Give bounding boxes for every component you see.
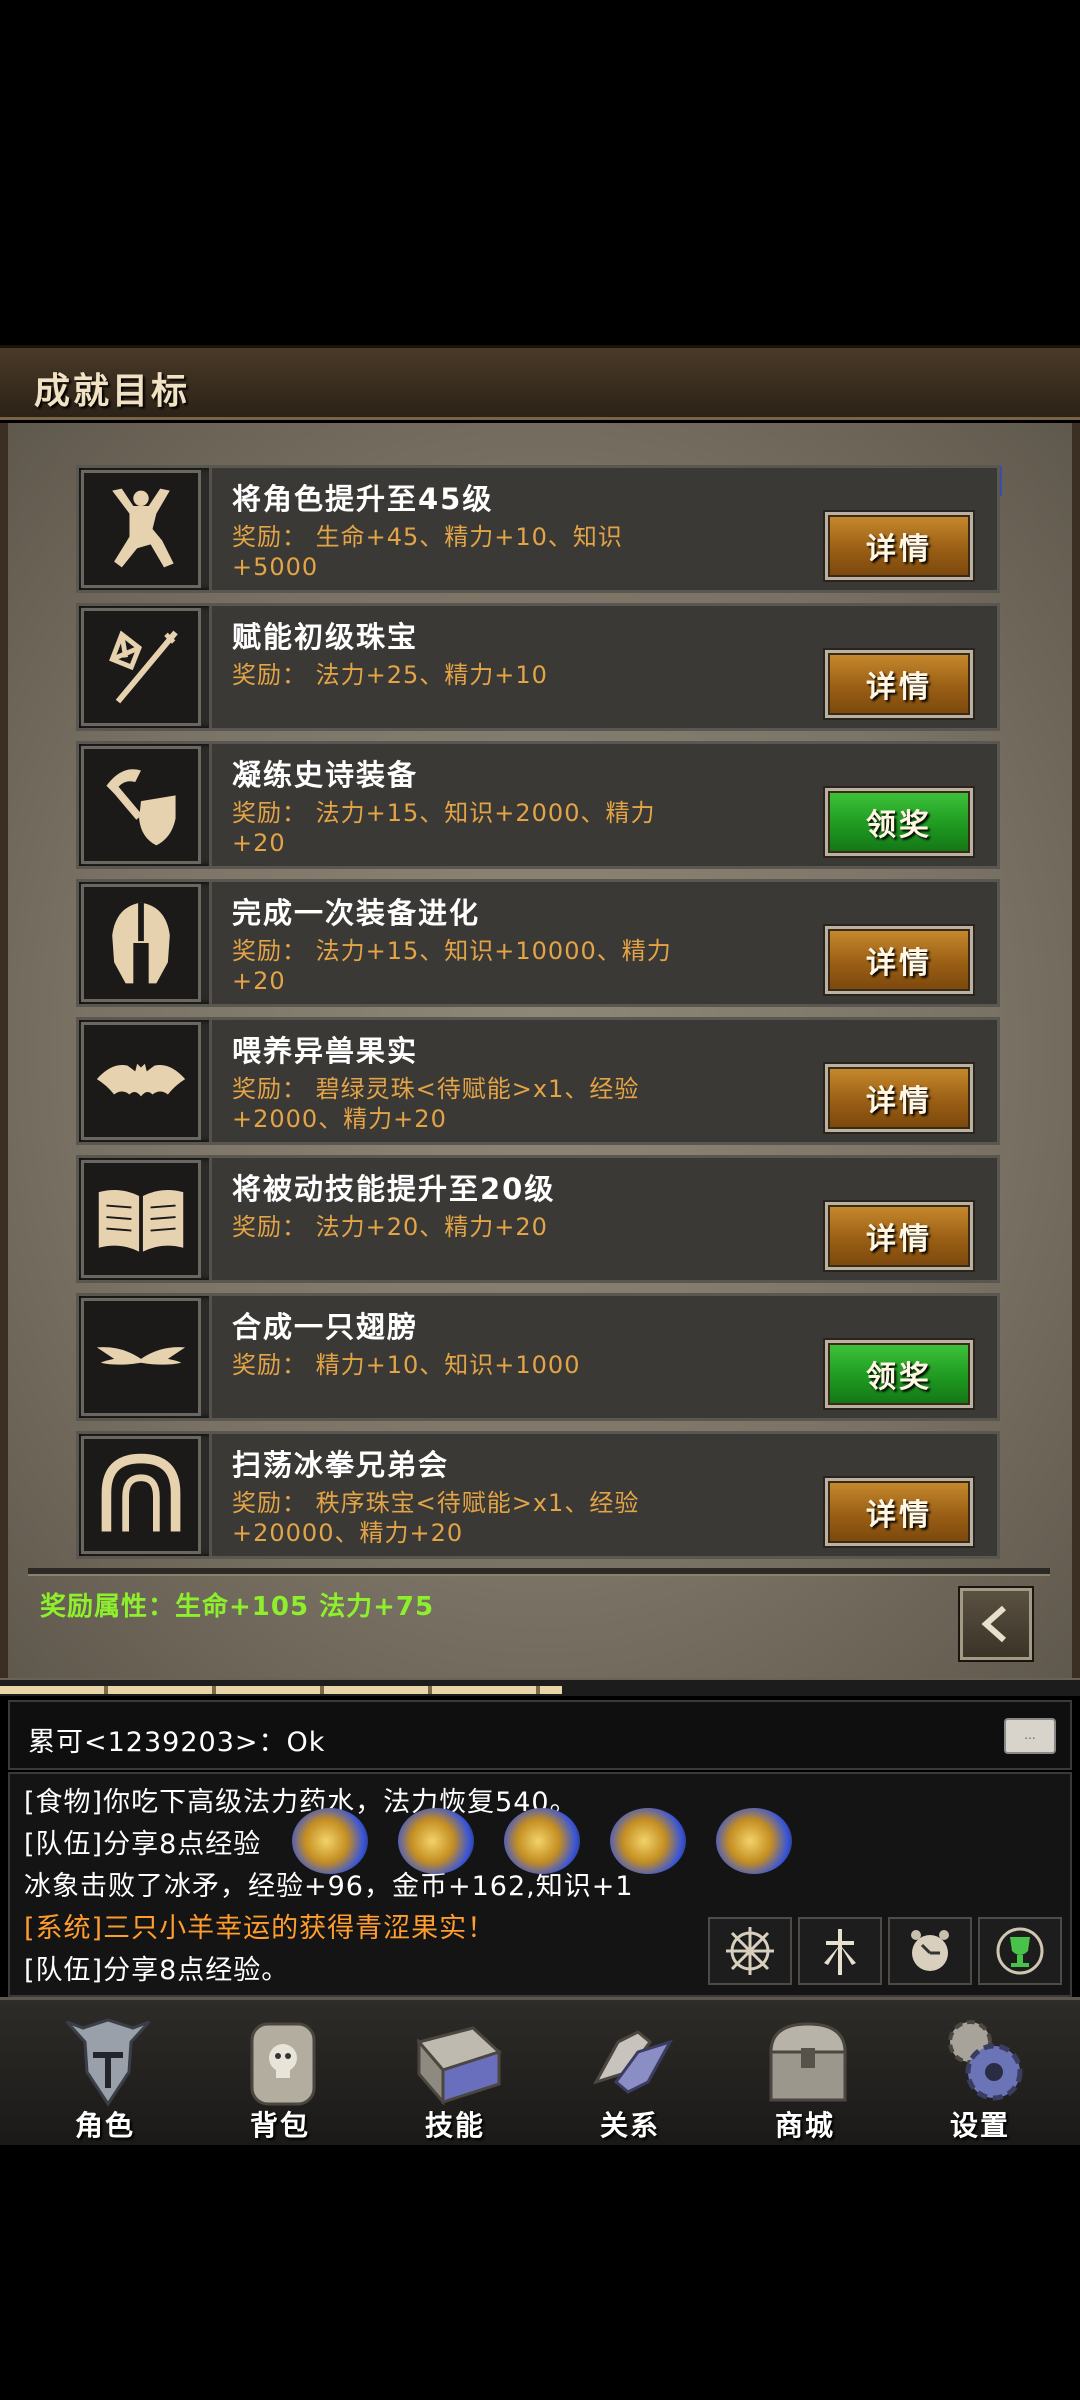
achievement-title: 将角色提升至45级 xyxy=(232,482,494,516)
horn-icon xyxy=(610,1808,686,1874)
achievement-title: 喂养异兽果实 xyxy=(232,1034,419,1068)
bonus-attributes: 奖励属性：生命+105 法力+75 xyxy=(40,1592,435,1622)
horn-icon xyxy=(292,1808,368,1874)
details-button[interactable]: 详情 xyxy=(825,512,973,580)
nav-label: 技能 xyxy=(424,2109,485,2142)
kneeling-figure-icon xyxy=(81,470,201,588)
compass-icon[interactable] xyxy=(708,1917,792,1985)
nav-shop[interactable]: 商城 xyxy=(730,2000,880,2148)
details-button[interactable]: 详情 xyxy=(825,650,973,718)
title-bar: 成就目标 xyxy=(0,345,1080,420)
arch-icon xyxy=(81,1436,201,1554)
back-button[interactable] xyxy=(960,1588,1032,1660)
nav-relations[interactable]: 关系 xyxy=(555,2000,705,2148)
achievement-reward: 奖励： 法力+15、知识+10000、精力+20 xyxy=(232,937,672,995)
details-button[interactable]: 详情 xyxy=(825,1064,973,1132)
claim-button[interactable]: 领奖 xyxy=(825,788,973,856)
achievement-reward: 奖励： 法力+20、精力+20 xyxy=(232,1213,548,1241)
clock-icon[interactable] xyxy=(888,1917,972,1985)
chat-line: [队伍]分享8点经验 xyxy=(24,1829,262,1860)
nav-skills[interactable]: 技能 xyxy=(380,2000,530,2148)
bottom-area xyxy=(0,2145,1080,2400)
achievement-title: 凝练史诗装备 xyxy=(232,758,419,792)
horn-icon xyxy=(398,1808,474,1874)
sword-icon[interactable] xyxy=(798,1917,882,1985)
nav-label: 设置 xyxy=(949,2109,1010,2142)
achievement-row: 将被动技能提升至20级 奖励： 法力+20、精力+20 详情 xyxy=(76,1155,1000,1283)
achievement-reward: 奖励： 生命+45、精力+10、知识+5000 xyxy=(232,523,623,581)
treasure-chest-icon xyxy=(769,2022,847,2102)
achievement-row: 将角色提升至45级 奖励： 生命+45、精力+10、知识+5000 详情 xyxy=(76,465,1000,593)
details-button[interactable]: 详情 xyxy=(825,1202,973,1270)
book-icon xyxy=(81,1160,201,1278)
achievement-title: 扫荡冰拳兄弟会 xyxy=(232,1448,450,1482)
gear-icon xyxy=(948,2020,1023,2101)
details-button[interactable]: 详情 xyxy=(825,1478,973,1546)
chat-line: [系统]三只小羊幸运的获得青涩果实！ xyxy=(24,1913,496,1944)
achievement-row: 喂养异兽果实 奖励： 碧绿灵珠<待赋能>x1、经验+2000、精力+20 详情 xyxy=(76,1017,1000,1145)
nav-label: 商城 xyxy=(774,2109,835,2142)
chevron-left-icon xyxy=(981,1605,1006,1643)
trophy-icon[interactable] xyxy=(978,1917,1062,1985)
achievement-row: 合成一只翅膀 奖励： 精力+10、知识+1000 领奖 xyxy=(76,1293,1000,1421)
reward-horns xyxy=(292,1808,792,1874)
achievement-reward: 奖励： 秩序珠宝<待赋能>x1、经验+20000、精力+20 xyxy=(232,1489,640,1547)
chat-input[interactable]: 累可<1239203>：Ok ... xyxy=(8,1700,1072,1770)
achievement-row: 扫荡冰拳兄弟会 奖励： 秩序珠宝<待赋能>x1、经验+20000、精力+20 详… xyxy=(76,1431,1000,1559)
horn-icon xyxy=(716,1808,792,1874)
achievement-reward: 奖励： 法力+15、知识+2000、精力+20 xyxy=(232,799,656,857)
backpack-icon xyxy=(250,2022,316,2106)
chat-latest-message: 累可<1239203>：Ok xyxy=(28,1727,326,1758)
axe-shield-icon xyxy=(81,746,201,864)
experience-bar xyxy=(0,1678,1080,1696)
nav-settings[interactable]: 设置 xyxy=(905,2000,1055,2148)
bottom-nav: 角色 背包 技能 关系 商城 设置 xyxy=(0,1997,1080,2145)
achievement-row: 赋能初级珠宝 奖励： 法力+25、精力+10 详情 xyxy=(76,603,1000,731)
spellbook-icon xyxy=(416,2026,502,2107)
chat-toolbar xyxy=(708,1917,1062,1985)
nav-backpack[interactable]: 背包 xyxy=(205,2000,355,2148)
claim-button[interactable]: 领奖 xyxy=(825,1340,973,1408)
page-title: 成就目标 xyxy=(34,370,191,412)
achievement-reward: 奖励： 法力+25、精力+10 xyxy=(232,661,548,689)
achievement-reward: 奖励： 碧绿灵珠<待赋能>x1、经验+2000、精力+20 xyxy=(232,1075,640,1133)
wings-icon xyxy=(81,1298,201,1416)
bat-icon xyxy=(81,1022,201,1140)
achievement-title: 完成一次装备进化 xyxy=(232,896,481,930)
achievement-title: 赋能初级珠宝 xyxy=(232,620,419,654)
divider xyxy=(28,1568,1050,1576)
nav-character[interactable]: 角色 xyxy=(30,2000,180,2148)
helmet-icon xyxy=(81,884,201,1002)
experience-fill xyxy=(0,1686,562,1694)
knight-helmet-icon xyxy=(65,2018,151,2107)
achievement-row: 完成一次装备进化 奖励： 法力+15、知识+10000、精力+20 详情 xyxy=(76,879,1000,1007)
handshake-icon xyxy=(592,2030,674,2094)
status-area xyxy=(0,0,1080,345)
details-button[interactable]: 详情 xyxy=(825,926,973,994)
nav-label: 角色 xyxy=(74,2109,135,2142)
nav-label: 关系 xyxy=(599,2109,660,2142)
chat-line: [队伍]分享8点经验。 xyxy=(24,1955,290,1986)
nav-label: 背包 xyxy=(249,2109,310,2142)
gem-sword-icon xyxy=(81,608,201,726)
achievement-row: 凝练史诗装备 奖励： 法力+15、知识+2000、精力+20 领奖 xyxy=(76,741,1000,869)
keyboard-icon[interactable]: ... xyxy=(1004,1718,1056,1754)
achievement-reward: 奖励： 精力+10、知识+1000 xyxy=(232,1351,581,1379)
horn-icon xyxy=(504,1808,580,1874)
achievement-title: 将被动技能提升至20级 xyxy=(232,1172,556,1206)
achievement-title: 合成一只翅膀 xyxy=(232,1310,419,1344)
